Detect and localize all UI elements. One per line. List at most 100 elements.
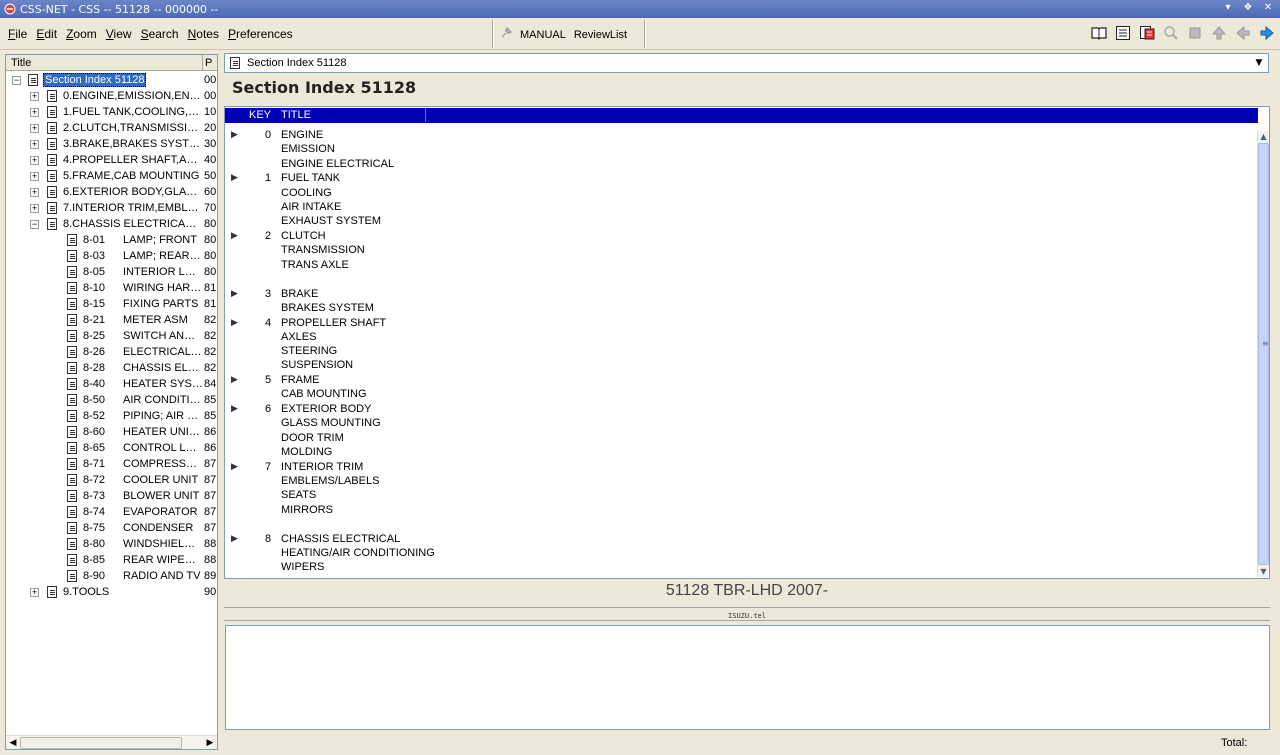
scroll-down-icon[interactable]: ▼ bbox=[1258, 566, 1269, 577]
collapse-icon[interactable]: − bbox=[12, 75, 21, 85]
tree-subsection[interactable]: 8-71 COMPRESSOR; AIR87 bbox=[6, 456, 217, 472]
tree-section[interactable]: +0.ENGINE,EMISSION,ENGINE ELECTRICAL00 bbox=[6, 88, 217, 104]
tree-subsection[interactable]: 8-90 RADIO AND TV 89 bbox=[6, 568, 217, 584]
tree-horizontal-scrollbar[interactable]: ◀ ▶ bbox=[6, 735, 217, 749]
tree-subsection[interactable]: 8-65 CONTROL LEVER86 bbox=[6, 440, 217, 456]
expand-icon[interactable]: + bbox=[30, 139, 39, 149]
scroll-thumb[interactable] bbox=[20, 737, 182, 749]
index-title: EXTERIOR BODY bbox=[281, 403, 372, 416]
tree-subsection[interactable]: 8-28 CHASSIS ELECTRICAL82 bbox=[6, 360, 217, 376]
manual-button[interactable]: MANUAL bbox=[520, 29, 566, 41]
tree-subsection[interactable]: 8-60 HEATER UNIT; AIR86 bbox=[6, 424, 217, 440]
section-selector[interactable]: Section Index 51128 ▼ bbox=[224, 53, 1269, 73]
expand-icon[interactable]: + bbox=[30, 155, 39, 165]
tree-section[interactable]: +4.PROPELLER SHAFT,AXLES 40 bbox=[6, 152, 217, 168]
find-icon[interactable] bbox=[1162, 24, 1180, 42]
subsection-label: EVAPORATOR bbox=[123, 506, 198, 518]
tree-subsection[interactable]: 8-52 PIPING; AIR CON 85 bbox=[6, 408, 217, 424]
tree-section[interactable]: +7.INTERIOR TRIM,EMBLEMS/LABELS70 bbox=[6, 200, 217, 216]
tree-header-p[interactable]: P bbox=[203, 55, 217, 70]
up-arrow-icon[interactable] bbox=[1210, 24, 1228, 42]
expand-arrow-icon[interactable]: ▶ bbox=[231, 288, 238, 299]
tree-subsection[interactable]: 8-85 REAR WIPER AND88 bbox=[6, 552, 217, 568]
back-arrow-icon[interactable] bbox=[1234, 24, 1252, 42]
dropdown-arrow-icon[interactable]: ▼ bbox=[1252, 56, 1266, 70]
tree-subsection[interactable]: 8-03 LAMP; REAR AND80 bbox=[6, 248, 217, 264]
tree-subsection[interactable]: 8-72 COOLER UNIT 87 bbox=[6, 472, 217, 488]
expand-icon[interactable]: + bbox=[30, 187, 39, 197]
tree-subsection[interactable]: 8-21 METER ASM 82 bbox=[6, 312, 217, 328]
tree-subsection[interactable]: 8-05 INTERIOR LAMP 80 bbox=[6, 264, 217, 280]
expand-arrow-icon[interactable]: ▶ bbox=[231, 172, 238, 183]
book-icon[interactable] bbox=[1090, 24, 1108, 42]
close-icon[interactable]: ✕ bbox=[1262, 2, 1274, 14]
tree-section[interactable]: +5.FRAME,CAB MOUNTING 50 bbox=[6, 168, 217, 184]
tree-subsection[interactable]: 8-40 HEATER SYSTEM84 bbox=[6, 376, 217, 392]
expand-icon[interactable]: + bbox=[30, 91, 39, 101]
expand-arrow-icon[interactable]: ▶ bbox=[231, 403, 238, 414]
tree-view-icon[interactable] bbox=[1138, 24, 1156, 42]
tree-section[interactable]: +3.BRAKE,BRAKES SYSTEM 30 bbox=[6, 136, 217, 152]
tree-subsection[interactable]: 8-75 CONDENSER 87 bbox=[6, 520, 217, 536]
tree-subsection[interactable]: 8-01 LAMP; FRONT 80 bbox=[6, 232, 217, 248]
tree-subsection[interactable]: 8-74 EVAPORATOR 87 bbox=[6, 504, 217, 520]
splitter[interactable]: ISUZU.tel bbox=[224, 607, 1270, 621]
reviewlist-button[interactable]: ReviewList bbox=[574, 29, 627, 41]
expand-arrow-icon[interactable]: ▶ bbox=[231, 374, 238, 385]
tree-subsection[interactable]: 8-50 AIR CONDITIONER85 bbox=[6, 392, 217, 408]
expand-icon[interactable]: + bbox=[30, 107, 39, 117]
menu-preferences[interactable]: Preferences bbox=[228, 27, 293, 41]
menu-file[interactable]: File bbox=[8, 27, 27, 41]
scroll-right-icon[interactable]: ▶ bbox=[204, 737, 216, 749]
menu-edit[interactable]: Edit bbox=[36, 27, 57, 41]
list-view-icon[interactable] bbox=[1114, 24, 1132, 42]
expand-arrow-icon[interactable]: ▶ bbox=[231, 129, 238, 140]
notes-panel[interactable] bbox=[225, 625, 1270, 730]
page-prefix: 86 bbox=[204, 426, 217, 438]
collapse-icon[interactable]: − bbox=[30, 219, 39, 229]
stop-icon[interactable] bbox=[1186, 24, 1204, 42]
page-prefix: 81 bbox=[204, 282, 217, 294]
expand-arrow-icon[interactable]: ▶ bbox=[231, 533, 238, 544]
tree-subsection[interactable]: 8-73 BLOWER UNIT 87 bbox=[6, 488, 217, 504]
scroll-left-icon[interactable]: ◀ bbox=[7, 737, 19, 749]
restore-icon[interactable]: ❖ bbox=[1242, 2, 1254, 14]
tree-section[interactable]: +6.EXTERIOR BODY,GLASS MOUNTING60 bbox=[6, 184, 217, 200]
tree-root[interactable]: − Section Index 51128 00 bbox=[6, 72, 217, 88]
expand-arrow-icon[interactable]: ▶ bbox=[231, 461, 238, 472]
tree-section[interactable]: +2.CLUTCH,TRANSMISSION,TRANS AXLE20 bbox=[6, 120, 217, 136]
expand-arrow-icon[interactable]: ▶ bbox=[231, 230, 238, 241]
tree-subsection[interactable]: 8-25 SWITCH AND RELAY82 bbox=[6, 328, 217, 344]
menu-search[interactable]: Search bbox=[141, 27, 179, 41]
expand-icon[interactable]: + bbox=[30, 123, 39, 133]
menu-notes[interactable]: Notes bbox=[188, 27, 219, 41]
subsection-code: 8-52 bbox=[83, 410, 106, 422]
minimize-icon[interactable]: ▾ bbox=[1222, 2, 1234, 14]
tree-section[interactable]: − 8.CHASSIS ELECTRICAL,HEATING80 bbox=[6, 216, 217, 232]
menu-zoom[interactable]: Zoom bbox=[66, 27, 97, 41]
subsection-label: LAMP; REAR AND bbox=[123, 250, 203, 262]
menu-view[interactable]: View bbox=[106, 27, 132, 41]
expand-icon[interactable]: + bbox=[30, 587, 39, 597]
subsection-code: 8-72 bbox=[83, 474, 106, 486]
expand-icon[interactable]: + bbox=[30, 203, 39, 213]
tree-subsection[interactable]: 8-10 WIRING HARNESS81 bbox=[6, 280, 217, 296]
title-column-header[interactable]: TITLE bbox=[281, 109, 311, 121]
tree-subsection[interactable]: 8-26 ELECTRICAL CONTROL82 bbox=[6, 344, 217, 360]
key-column-header[interactable]: KEY bbox=[249, 109, 271, 121]
pin-icon[interactable] bbox=[500, 26, 513, 42]
expand-icon[interactable]: + bbox=[30, 171, 39, 181]
subsection-label: HEATER SYSTEM bbox=[123, 378, 203, 390]
index-vertical-scrollbar[interactable]: ▲ ≡ ▼ bbox=[1257, 131, 1269, 577]
tree-section[interactable]: +9.TOOLS 90 bbox=[6, 584, 217, 600]
tree-subsection[interactable]: 8-15 FIXING PARTS 81 bbox=[6, 296, 217, 312]
index-key: 8 bbox=[265, 532, 272, 545]
tree-subsection[interactable]: 8-80 WINDSHIELD WIPER88 bbox=[6, 536, 217, 552]
tree-header-title[interactable]: Title bbox=[6, 55, 203, 70]
scroll-thumb[interactable]: ≡ bbox=[1258, 143, 1269, 565]
document-icon bbox=[47, 186, 57, 198]
forward-arrow-icon[interactable] bbox=[1258, 24, 1276, 42]
tree-section[interactable]: +1.FUEL TANK,COOLING,AIR INTAKE10 bbox=[6, 104, 217, 120]
scroll-up-icon[interactable]: ▲ bbox=[1258, 131, 1269, 142]
expand-arrow-icon[interactable]: ▶ bbox=[231, 317, 238, 328]
